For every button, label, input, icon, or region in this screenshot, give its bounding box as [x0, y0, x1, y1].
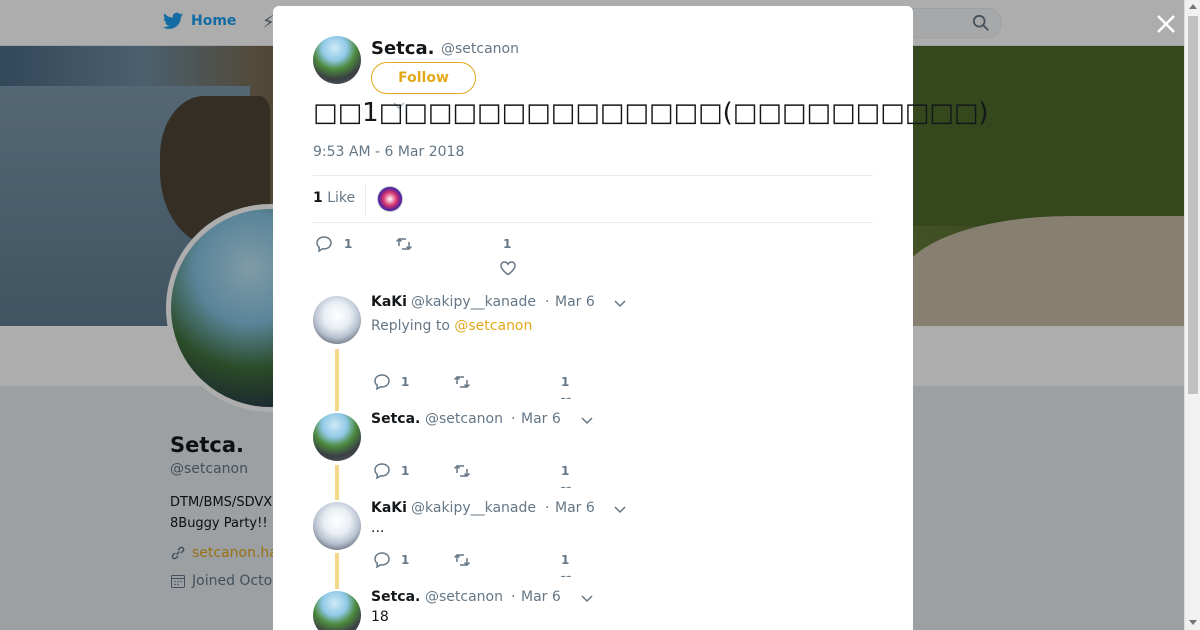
- reply-author-name[interactable]: KaKi: [371, 500, 407, 516]
- reply-date[interactable]: Mar 6: [521, 589, 561, 605]
- reply-author-handle[interactable]: @kakipy__kanade: [411, 500, 536, 516]
- likes-label: Like: [327, 190, 356, 206]
- heart-icon-clipped[interactable]: [559, 395, 573, 399]
- reply-avatar[interactable]: [313, 502, 361, 550]
- chevron-down-icon[interactable]: [614, 300, 626, 308]
- tweet-text: □□1□□□□□□□□□□□□□□(□□□□□□□□□□): [313, 98, 989, 128]
- author-avatar[interactable]: [313, 36, 361, 84]
- liker-avatar[interactable]: [377, 186, 403, 212]
- scrollbar[interactable]: [1184, 0, 1200, 630]
- retweet-icon[interactable]: [395, 235, 413, 253]
- replying-to-handle[interactable]: @setcanon: [454, 318, 532, 334]
- retweet-icon[interactable]: [453, 551, 471, 569]
- separator-dot: ·: [511, 589, 516, 605]
- reply-date[interactable]: Mar 6: [555, 500, 595, 516]
- reply-date[interactable]: Mar 6: [521, 411, 561, 427]
- thread-line: [335, 465, 339, 500]
- like-count: 1: [561, 553, 570, 567]
- retweet-icon[interactable]: [453, 373, 471, 391]
- thread-line: [335, 553, 339, 589]
- scroll-thumb[interactable]: [1188, 16, 1198, 394]
- reply-icon[interactable]: [373, 462, 391, 480]
- heart-icon[interactable]: [499, 259, 517, 277]
- thread-line: [335, 349, 339, 411]
- chevron-down-icon[interactable]: [614, 506, 626, 514]
- follow-button[interactable]: Follow: [371, 62, 476, 94]
- separator-dot: ·: [511, 411, 516, 427]
- reply-count: 1: [401, 464, 410, 478]
- separator-dot: ·: [545, 294, 550, 310]
- reply-avatar[interactable]: [313, 413, 361, 461]
- reply-count: 1: [401, 553, 410, 567]
- author-name[interactable]: Setca.: [371, 38, 434, 59]
- like-count: 1: [503, 237, 512, 251]
- heart-icon-clipped[interactable]: [559, 573, 573, 577]
- reply-icon[interactable]: [373, 551, 391, 569]
- stats-divider: [365, 184, 366, 216]
- reply-author-handle[interactable]: @setcanon: [425, 589, 503, 605]
- reply-avatar[interactable]: [313, 591, 361, 630]
- retweet-icon[interactable]: [453, 462, 471, 480]
- reply-icon[interactable]: [373, 373, 391, 391]
- chevron-down-icon[interactable]: [581, 595, 593, 603]
- reply-text: ...: [371, 520, 385, 536]
- reply-author-name[interactable]: Setca.: [371, 589, 420, 605]
- replying-to-prefix: Replying to: [371, 318, 450, 334]
- reply-text: 18: [371, 609, 389, 625]
- tweet-stats: 1 Like: [313, 175, 873, 223]
- likes-stat[interactable]: 1 Like: [313, 190, 355, 206]
- likes-count: 1: [313, 190, 323, 206]
- author-handle[interactable]: @setcanon: [441, 41, 519, 57]
- reply-avatar[interactable]: [313, 296, 361, 344]
- scroll-up-arrow[interactable]: [1189, 4, 1197, 9]
- replying-to: Replying to @setcanon: [371, 318, 532, 334]
- reply-author-handle[interactable]: @kakipy__kanade: [411, 294, 536, 310]
- reply-date[interactable]: Mar 6: [555, 294, 595, 310]
- close-icon[interactable]: [1152, 10, 1180, 38]
- tweet-timestamp[interactable]: 9:53 AM - 6 Mar 2018: [313, 144, 464, 160]
- reply-count: 1: [401, 375, 410, 389]
- reply-author-name[interactable]: KaKi: [371, 294, 407, 310]
- like-count: 1: [561, 464, 570, 478]
- heart-icon-clipped[interactable]: [559, 484, 573, 488]
- separator-dot: ·: [545, 500, 550, 516]
- reply-count: 1: [344, 237, 353, 251]
- chevron-down-icon[interactable]: [581, 417, 593, 425]
- scroll-down-arrow[interactable]: [1189, 620, 1197, 625]
- reply-icon[interactable]: [315, 235, 333, 253]
- tweet-modal: Setca. @setcanon Follow □□1□□□□□□□□□□□□□…: [273, 6, 989, 630]
- reply-author-handle[interactable]: @setcanon: [425, 411, 503, 427]
- reply-author-name[interactable]: Setca.: [371, 411, 420, 427]
- like-count: 1: [561, 375, 570, 389]
